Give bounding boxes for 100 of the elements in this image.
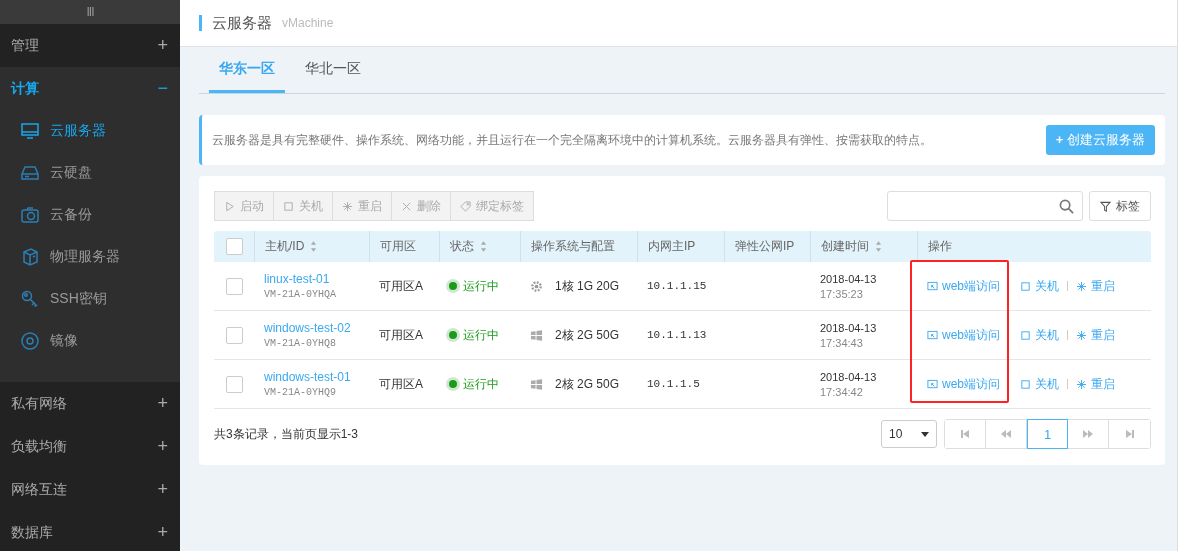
- info-text: 云服务器是具有完整硬件、操作系统、网络功能，并且运行在一个完全隔离环境中的计算机系统。云服务器具有弹性、按需获取的特点。: [212, 131, 932, 149]
- column-header: 状态: [450, 238, 474, 255]
- web-access-link[interactable]: web端访问: [927, 326, 1000, 344]
- sort-icon[interactable]: [310, 240, 318, 253]
- column-header: 操作系统与配置: [531, 238, 615, 255]
- box-icon: [20, 247, 40, 267]
- host-id: VM-21A-0YHQ8: [264, 338, 336, 349]
- column-header: 创建时间: [821, 238, 869, 255]
- create-time: 17:35:23: [820, 287, 863, 300]
- asterisk-icon: [342, 200, 353, 212]
- screen-icon: [927, 280, 938, 292]
- host-id: VM-21A-0YHQA: [264, 289, 336, 300]
- shutdown-link[interactable]: 关机: [1020, 326, 1059, 344]
- title-accent-bar: [199, 15, 202, 31]
- tag-icon: [460, 200, 471, 212]
- tag-filter-button[interactable]: 标签: [1089, 191, 1151, 221]
- sidebar-group[interactable]: 数据库 +: [0, 511, 180, 551]
- sidebar-handle[interactable]: III: [0, 0, 180, 24]
- config-text: 1核 1G 20G: [555, 277, 620, 295]
- shutdown-link[interactable]: 关机: [1020, 277, 1059, 295]
- asterisk-icon: [1076, 329, 1087, 341]
- search-field[interactable]: [887, 191, 1083, 221]
- sidebar-item[interactable]: 云服务器: [0, 110, 180, 152]
- column-header: 可用区: [380, 238, 416, 255]
- column-header: 弹性公网IP: [735, 238, 795, 255]
- sort-icon[interactable]: [875, 240, 882, 253]
- create-date: 2018-04-13: [820, 272, 877, 285]
- create-server-button[interactable]: + 创建云服务器: [1045, 125, 1155, 155]
- sidebar-item[interactable]: 物理服务器: [0, 236, 180, 278]
- play-icon: [224, 200, 235, 212]
- select-all-checkbox[interactable]: [225, 238, 243, 255]
- filter-icon: [1100, 200, 1111, 212]
- region-tab[interactable]: 华东一区: [209, 60, 285, 93]
- sidebar-item[interactable]: 镜像: [0, 320, 180, 362]
- ip-text: 10.1.1.15: [647, 280, 707, 292]
- web-access-link[interactable]: web端访问: [927, 375, 1000, 393]
- sort-icon[interactable]: [480, 240, 487, 253]
- create-time: 17:34:43: [820, 336, 863, 349]
- asterisk-icon: [1076, 280, 1087, 292]
- restart-link[interactable]: 重启: [1076, 375, 1115, 393]
- last-page-icon: [1124, 429, 1135, 439]
- zone-text: 可用区A: [379, 277, 423, 295]
- close-icon: [401, 200, 412, 212]
- screen-icon: [927, 329, 938, 341]
- sidebar-group[interactable]: 负载均衡 +: [0, 425, 180, 468]
- web-access-link[interactable]: web端访问: [927, 277, 1000, 295]
- record-summary: 共3条记录，当前页显示1-3: [214, 425, 360, 443]
- row-checkbox[interactable]: [225, 326, 243, 344]
- row-checkbox[interactable]: [225, 375, 243, 393]
- region-tab[interactable]: 华北一区: [295, 60, 371, 93]
- disc-icon: [20, 331, 40, 351]
- key-icon: [20, 289, 40, 309]
- restart-link[interactable]: 重启: [1076, 326, 1115, 344]
- asterisk-icon: [1076, 378, 1087, 390]
- search-icon: [1059, 198, 1074, 214]
- host-name-link[interactable]: windows-test-02: [264, 321, 351, 335]
- rewind-icon: [1001, 429, 1011, 439]
- page-subtitle: vMachine: [282, 16, 334, 30]
- square-icon: [1020, 280, 1031, 292]
- status-text: 运行中: [463, 277, 499, 295]
- sidebar-item[interactable]: SSH密钥: [0, 278, 180, 320]
- page-button[interactable]: 1: [1027, 419, 1068, 449]
- fast-forward-icon: [1083, 429, 1093, 439]
- stop-button[interactable]: 关机: [273, 191, 333, 221]
- monitor-icon: [20, 121, 40, 141]
- host-name-link[interactable]: windows-test-01: [264, 370, 351, 384]
- sidebar-group[interactable]: 网络互连 +: [0, 468, 180, 511]
- restart-button[interactable]: 重启: [332, 191, 392, 221]
- column-header: 主机/ID: [265, 238, 305, 255]
- row-checkbox[interactable]: [225, 277, 243, 295]
- create-date: 2018-04-13: [820, 370, 877, 383]
- sidebar-group[interactable]: 管理 +: [0, 24, 180, 67]
- column-header: 内网主IP: [648, 238, 696, 255]
- square-icon: [1020, 329, 1031, 341]
- caret-icon: [921, 431, 929, 437]
- delete-button[interactable]: 删除: [391, 191, 451, 221]
- restart-link[interactable]: 重启: [1076, 277, 1115, 295]
- shutdown-link[interactable]: 关机: [1020, 375, 1059, 393]
- square-icon: [283, 200, 294, 212]
- host-id: VM-21A-0YHQ9: [264, 387, 336, 398]
- sidebar-item[interactable]: 云备份: [0, 194, 180, 236]
- column-header: 操作: [928, 238, 952, 255]
- config-text: 2核 2G 50G: [555, 375, 620, 393]
- sidebar-group[interactable]: 计算 −: [0, 67, 180, 110]
- sidebar-group[interactable]: 私有网络 +: [0, 382, 180, 425]
- first-page-button[interactable]: [945, 420, 986, 448]
- sidebar-item[interactable]: 云硬盘: [0, 152, 180, 194]
- ip-text: 10.1.1.13: [647, 329, 707, 341]
- camera-icon: [20, 205, 40, 225]
- create-time: 17:34:42: [820, 385, 863, 398]
- screen-icon: [927, 378, 938, 390]
- page-size-select[interactable]: 10: [881, 420, 937, 448]
- zone-text: 可用区A: [379, 326, 423, 344]
- host-name-link[interactable]: linux-test-01: [264, 272, 330, 286]
- status-text: 运行中: [463, 326, 499, 344]
- page-title: 云服务器: [212, 13, 272, 33]
- config-text: 2核 2G 50G: [555, 326, 620, 344]
- zone-text: 可用区A: [379, 375, 423, 393]
- tag-button[interactable]: 绑定标签: [450, 191, 534, 221]
- play-button[interactable]: 启动: [214, 191, 274, 221]
